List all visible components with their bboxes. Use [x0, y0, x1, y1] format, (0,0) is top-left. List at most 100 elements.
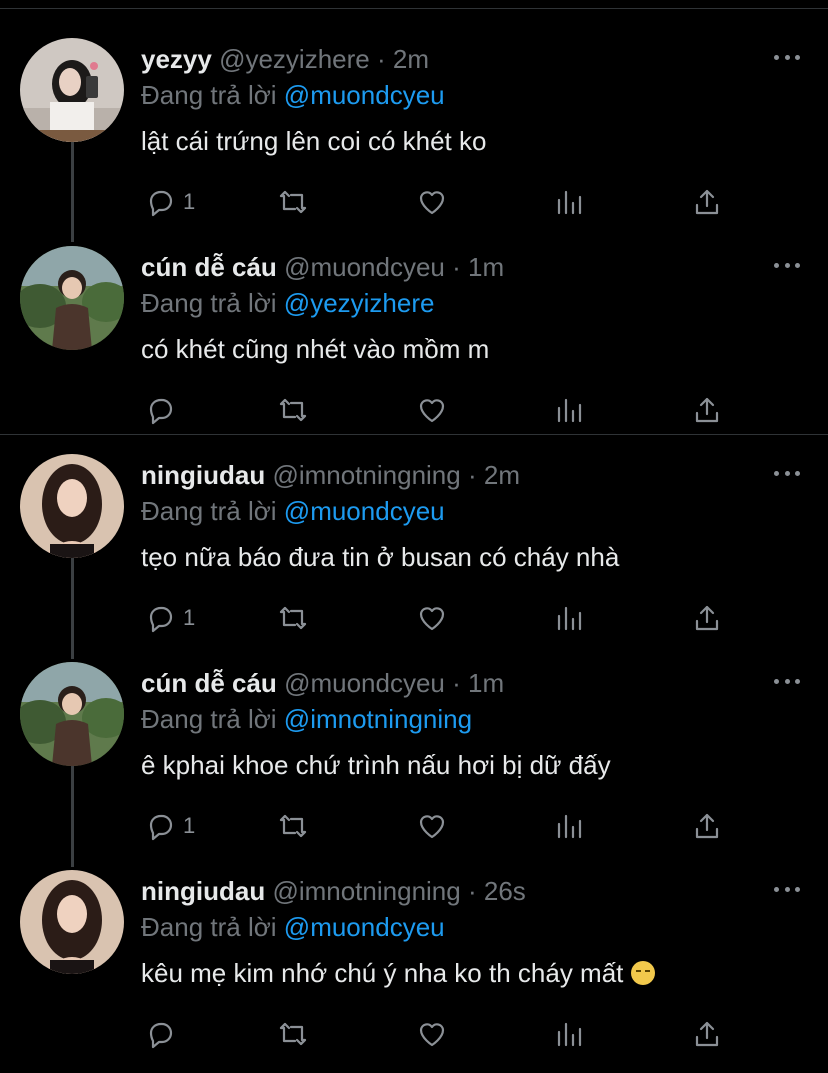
analytics-icon: [557, 1022, 582, 1047]
tweet-header: ningiudau @imnotningning · 26s: [141, 876, 526, 907]
tweet-text-block: kêu mẹ kim nhớ chú ý nha ko th cháy mất: [141, 958, 655, 989]
tweet[interactable]: yezyy @yezyizhere · 2m Đang trả lời @muo…: [0, 8, 828, 217]
like-button[interactable]: [416, 1014, 448, 1054]
share-icon: [695, 605, 719, 631]
replying-to: Đang trả lời @muondcyeu: [141, 912, 445, 943]
tweet-text: tẹo nữa báo đưa tin ở busan có cháy nhà: [141, 542, 620, 572]
timestamp[interactable]: 2m: [393, 44, 429, 74]
mention-link[interactable]: @muondcyeu: [284, 912, 445, 942]
analytics-button[interactable]: [554, 1014, 586, 1054]
woman-selfie-avatar: [20, 38, 124, 142]
replying-prefix: Đang trả lời: [141, 288, 277, 318]
user-handle[interactable]: @muondcyeu: [284, 668, 445, 698]
retweet-icon: [279, 1022, 307, 1046]
reply-icon: [149, 606, 173, 633]
reply-button[interactable]: [145, 1014, 183, 1054]
reply-count: 1: [183, 605, 196, 630]
more-options-icon[interactable]: [774, 260, 800, 270]
tweet-header: yezyy @yezyizhere · 2m: [141, 44, 429, 75]
share-icon: [695, 1021, 719, 1047]
separator-dot: ·: [376, 44, 386, 74]
user-handle[interactable]: @imnotningning: [272, 876, 460, 906]
share-button[interactable]: [691, 1014, 723, 1054]
analytics-icon: [557, 190, 582, 215]
separator-dot: ·: [467, 460, 477, 490]
woman-portrait-avatar: [20, 870, 124, 974]
replying-prefix: Đang trả lời: [141, 496, 277, 526]
retweet-icon: [279, 814, 307, 838]
avatar[interactable]: [20, 246, 124, 350]
action-bar: [141, 1014, 741, 1054]
timestamp[interactable]: 1m: [468, 252, 504, 282]
replying-prefix: Đang trả lời: [141, 704, 277, 734]
mention-link[interactable]: @muondcyeu: [284, 496, 445, 526]
downcast-sweat-emoji: [630, 961, 655, 985]
more-options-icon[interactable]: [774, 884, 800, 894]
user-handle[interactable]: @muondcyeu: [284, 252, 445, 282]
retweet-icon: [279, 190, 307, 214]
more-options-icon[interactable]: [774, 676, 800, 686]
retweet-icon: [279, 606, 307, 630]
separator-dot: ·: [452, 668, 461, 698]
display-name[interactable]: ningiudau: [141, 460, 265, 490]
user-handle[interactable]: @yezyizhere: [219, 44, 370, 74]
tweet-text: kêu mẹ kim nhớ chú ý nha ko th cháy mất: [141, 958, 624, 988]
heart-icon: [419, 815, 445, 839]
reply-count: 1: [183, 189, 196, 214]
tweet-text: có khét cũng nhét vào mồm m: [141, 334, 490, 364]
replying-prefix: Đang trả lời: [141, 912, 277, 942]
child-avatar: [20, 662, 124, 766]
reply-icon: [149, 190, 173, 217]
replying-prefix: Đang trả lời: [141, 80, 277, 110]
analytics-icon: [557, 606, 582, 631]
mention-link[interactable]: @muondcyeu: [284, 80, 445, 110]
share-icon: [695, 397, 719, 423]
heart-icon: [419, 607, 445, 631]
heart-icon: [419, 191, 445, 215]
separator-dot: ·: [452, 252, 461, 282]
heart-icon: [419, 1023, 445, 1047]
reply-icon: [149, 814, 173, 841]
replying-to: Đang trả lời @yezyizhere: [141, 288, 434, 319]
tweet[interactable]: cún dễ cáu @muondcyeu · 1m Đang trả lời …: [0, 216, 828, 425]
tweet[interactable]: ningiudau @imnotningning · 2m Đang trả l…: [0, 424, 828, 633]
retweet-button[interactable]: [277, 1014, 309, 1054]
child-avatar: [20, 246, 124, 350]
tweet[interactable]: ningiudau @imnotningning · 26s Đang trả …: [0, 840, 828, 1049]
replying-to: Đang trả lời @imnotningning: [141, 704, 472, 735]
tweet-text: ê kphai khoe chứ trình nấu hơi bị dữ đấy: [141, 750, 611, 780]
more-options-icon[interactable]: [774, 52, 800, 62]
replying-to: Đang trả lời @muondcyeu: [141, 496, 445, 527]
user-handle[interactable]: @imnotningning: [272, 460, 460, 490]
analytics-icon: [557, 814, 582, 839]
mention-link[interactable]: @imnotningning: [284, 704, 472, 734]
replying-to: Đang trả lời @muondcyeu: [141, 80, 445, 111]
avatar[interactable]: [20, 870, 124, 974]
tweet[interactable]: cún dễ cáu @muondcyeu · 1m Đang trả lời …: [0, 632, 828, 841]
more-options-icon[interactable]: [774, 468, 800, 478]
retweet-icon: [279, 398, 307, 422]
reply-icon: [149, 1022, 173, 1049]
display-name[interactable]: ningiudau: [141, 876, 265, 906]
timestamp[interactable]: 1m: [468, 668, 504, 698]
tweet-text: lật cái trứng lên coi có khét ko: [141, 126, 487, 156]
timestamp[interactable]: 26s: [484, 876, 526, 906]
tweet-header: ningiudau @imnotningning · 2m: [141, 460, 520, 491]
reply-icon: [149, 398, 173, 425]
separator-dot: ·: [467, 876, 477, 906]
share-icon: [695, 189, 719, 215]
avatar[interactable]: [20, 662, 124, 766]
display-name[interactable]: cún dễ cáu: [141, 252, 277, 282]
share-icon: [695, 813, 719, 839]
timestamp[interactable]: 2m: [484, 460, 520, 490]
avatar[interactable]: [20, 38, 124, 142]
analytics-icon: [557, 398, 582, 423]
display-name[interactable]: yezyy: [141, 44, 212, 74]
mention-link[interactable]: @yezyizhere: [284, 288, 435, 318]
heart-icon: [419, 399, 445, 423]
tweet-header: cún dễ cáu @muondcyeu · 1m: [141, 252, 504, 283]
display-name[interactable]: cún dễ cáu: [141, 668, 277, 698]
tweet-header: cún dễ cáu @muondcyeu · 1m: [141, 668, 504, 699]
reply-count: 1: [183, 813, 196, 838]
avatar[interactable]: [20, 454, 124, 558]
